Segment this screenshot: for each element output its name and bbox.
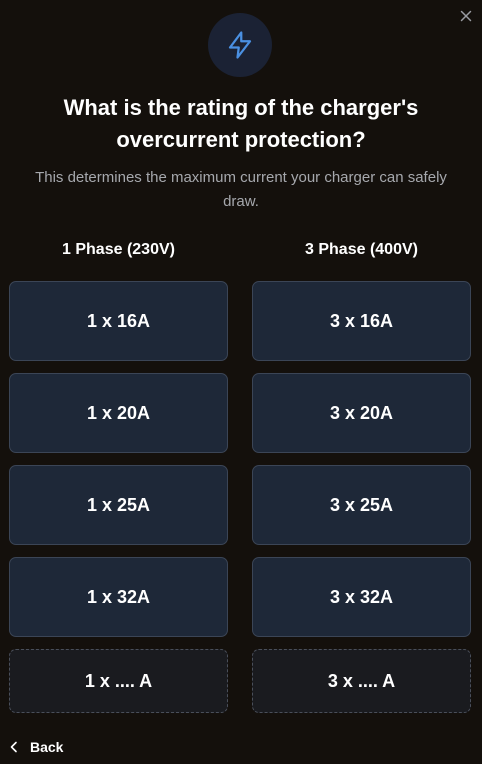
- option-1x20a-button[interactable]: 1 x 20A: [9, 373, 228, 453]
- close-button[interactable]: [455, 5, 477, 27]
- back-button[interactable]: Back: [10, 737, 63, 757]
- lightning-bolt-icon: [228, 31, 252, 59]
- header-icon-badge: [208, 13, 272, 77]
- single-phase-heading: 1 Phase (230V): [62, 241, 175, 258]
- option-1x16a-button[interactable]: 1 x 16A: [9, 281, 228, 361]
- dialog-subtitle: This determines the maximum current your…: [35, 169, 447, 210]
- close-icon: [460, 10, 472, 22]
- option-1x32a-button[interactable]: 1 x 32A: [9, 557, 228, 637]
- dialog-title: What is the rating of the charger's over…: [63, 95, 419, 152]
- option-1-phase-custom-button[interactable]: 1 x .... A: [9, 649, 228, 713]
- option-3x25a-button[interactable]: 3 x 25A: [252, 465, 471, 545]
- option-3x16a-button[interactable]: 3 x 16A: [252, 281, 471, 361]
- option-3-phase-custom-button[interactable]: 3 x .... A: [252, 649, 471, 713]
- three-phase-heading: 3 Phase (400V): [305, 241, 418, 258]
- chevron-left-icon: [10, 741, 17, 753]
- charger-rating-dialog: What is the rating of the charger's over…: [0, 0, 482, 764]
- option-3x32a-button[interactable]: 3 x 32A: [252, 557, 471, 637]
- back-label: Back: [30, 739, 64, 755]
- option-1x25a-button[interactable]: 1 x 25A: [9, 465, 228, 545]
- option-3x20a-button[interactable]: 3 x 20A: [252, 373, 471, 453]
